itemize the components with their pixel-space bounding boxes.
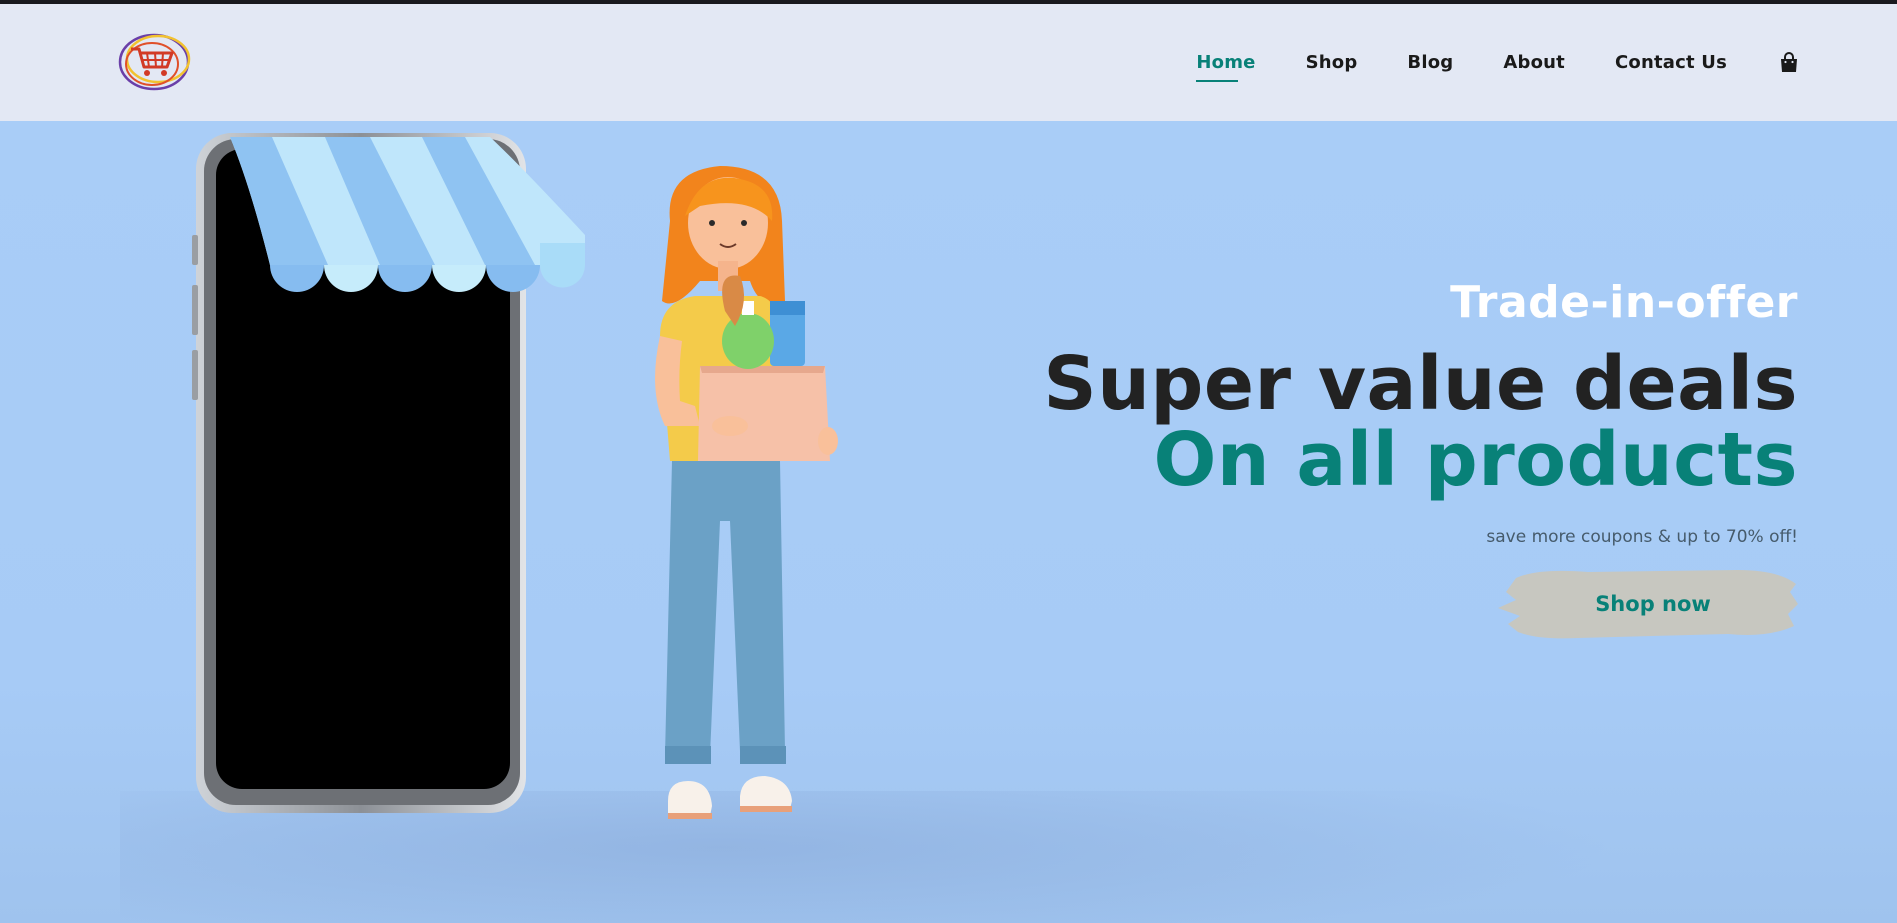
hero-subheadline: On all products bbox=[1153, 417, 1798, 503]
nav-shop[interactable]: Shop bbox=[1306, 52, 1358, 73]
nav-home[interactable]: Home bbox=[1196, 52, 1255, 82]
nav-blog[interactable]: Blog bbox=[1407, 52, 1453, 73]
main-nav: Home Shop Blog About Contact Us bbox=[1146, 4, 1799, 121]
nav-contact[interactable]: Contact Us bbox=[1615, 52, 1727, 73]
hero-eyebrow: Trade-in-offer bbox=[1450, 277, 1798, 328]
hero-headline: Super value deals bbox=[1043, 341, 1798, 427]
shop-now-button[interactable]: Shop now bbox=[1498, 564, 1798, 644]
hero-copy: Trade-in-offer Super value deals On all … bbox=[1043, 277, 1798, 548]
logo[interactable] bbox=[117, 31, 195, 93]
shopping-cart-logo-icon bbox=[118, 33, 191, 91]
shop-now-label: Shop now bbox=[1595, 592, 1711, 616]
nav-about[interactable]: About bbox=[1503, 52, 1565, 73]
shopper-girl-illustration bbox=[655, 166, 838, 819]
phone-storefront-illustration bbox=[192, 133, 585, 813]
cart-button[interactable] bbox=[1779, 51, 1799, 74]
shopping-bag-icon bbox=[1781, 51, 1797, 72]
hero-description: save more coupons & up to 70% off! bbox=[1486, 527, 1798, 547]
site-header: Home Shop Blog About Contact Us bbox=[0, 4, 1897, 121]
hero-section: Trade-in-offer Super value deals On all … bbox=[0, 121, 1897, 923]
